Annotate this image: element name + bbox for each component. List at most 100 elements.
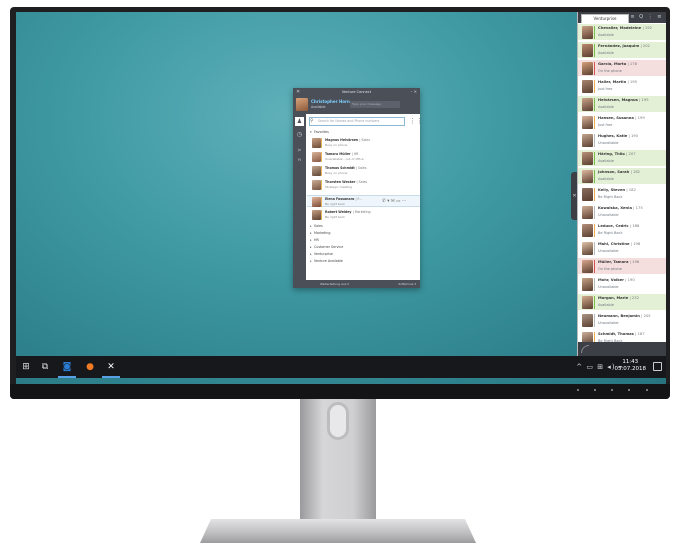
avatar xyxy=(582,44,593,57)
presence-list-item[interactable]: Mohr, Volker | 190 Unavailable xyxy=(578,276,666,293)
avatar xyxy=(582,26,593,39)
avatar xyxy=(312,166,321,176)
venture-client-window: Venture Connect ✕ – ✕ Christopher Horn A… xyxy=(293,88,423,288)
group-available[interactable]: ▸ Venture Available xyxy=(310,259,343,263)
group-favorites[interactable]: ▾ Favorites xyxy=(310,130,329,134)
contact-name: Kelly, Steven | 182 xyxy=(598,188,636,192)
list-item[interactable]: Tamara Müller | HR Unavailable - out of … xyxy=(307,151,420,163)
clock[interactable]: 11:43 05.07.2018 xyxy=(615,359,647,373)
group-hr[interactable]: ▸ HR xyxy=(310,238,319,242)
presence-list-item[interactable]: García, Marta | 178 On the phone xyxy=(578,60,666,77)
contact-status: Unavailable xyxy=(598,213,619,217)
avatar xyxy=(582,314,593,327)
avatar xyxy=(582,260,593,273)
contact-status: On the phone xyxy=(598,267,622,271)
history-icon[interactable]: ◷ xyxy=(295,130,304,139)
list-item-selected[interactable]: Elena Fossanaro | F... Be right back ✆ ▾… xyxy=(307,195,420,207)
group-customer-service[interactable]: ▸ Customer Service xyxy=(310,245,343,249)
presence-list-item[interactable]: Müller, Tamara | 196 On the phone xyxy=(578,258,666,275)
group-venturprise[interactable]: ▸ Venturprise xyxy=(310,252,333,256)
window-controls[interactable]: – ✕ xyxy=(410,88,417,96)
user-header: Christopher Horn Available Type your mes… xyxy=(293,96,420,114)
contact-name: Mohr, Volker | 190 xyxy=(598,278,635,282)
outlook-icon[interactable]: ◙ xyxy=(60,360,74,374)
presence-bar xyxy=(594,170,595,183)
dialpad-icon[interactable]: ⋮⋮ xyxy=(409,117,423,126)
venture-app-icon[interactable]: ✕ xyxy=(104,360,118,374)
contact-name: Morgan, Marie | 232 xyxy=(598,296,639,300)
list-item[interactable]: Thorsten Wecker | Sales Strategic meetin… xyxy=(307,179,420,191)
sidebar-label-ft[interactable]: Ft xyxy=(295,158,304,162)
presence-bar xyxy=(321,197,322,207)
presence-list-item[interactable]: Kelly, Steven | 182 Be Right Back xyxy=(578,186,666,203)
resize-icon[interactable] xyxy=(581,345,589,353)
notification-icon[interactable] xyxy=(653,362,662,371)
avatar xyxy=(582,188,593,201)
taskbar: ⊞ ⧉ ◙ ● ✕ ^ ▭ ⊞ ◂) ⌁ 11:43 05.07.2018 xyxy=(16,356,666,378)
avatar xyxy=(582,296,593,309)
presence-bar xyxy=(594,26,595,39)
presence-list-item[interactable]: Hughes, Katie | 190 Unavailable xyxy=(578,132,666,149)
softphone-dropdown[interactable]: Softphone ▾ xyxy=(398,280,416,288)
monitor-button xyxy=(577,389,579,391)
presence-list-item[interactable]: Chevalier, Madeleine | 192 Available xyxy=(578,24,666,41)
firefox-icon[interactable]: ● xyxy=(83,360,97,374)
presence-list-item[interactable]: Leduce, Cedric | 188 Be Right Back xyxy=(578,222,666,239)
group-marketing[interactable]: ▸ Marketing xyxy=(310,231,330,235)
presence-bar xyxy=(321,138,322,148)
start-button[interactable]: ⊞ xyxy=(19,360,33,374)
presence-list-item[interactable]: Kowalska, Xenia | 175 Unavailable xyxy=(578,204,666,221)
tab-venturprise[interactable]: Venturprise xyxy=(581,14,629,23)
presence-list-item[interactable]: Johnson, Sarah | 182 Available xyxy=(578,168,666,185)
presence-list-item[interactable]: Fernández, Joaquim | 202 Available xyxy=(578,42,666,59)
contact-name: Neumann, Benjamin | 205 xyxy=(598,314,651,318)
user-status[interactable]: Available xyxy=(311,105,325,109)
task-view-icon[interactable]: ⧉ xyxy=(38,360,52,374)
presence-list-item[interactable]: Neumann, Benjamin | 205 Unavailable xyxy=(578,312,666,329)
presence-bar xyxy=(594,44,595,57)
contact-status: Busy on phone xyxy=(325,143,348,147)
panel-toolbar-icons[interactable]: ≡ Q ⋮ ≡ xyxy=(630,13,663,22)
list-item[interactable]: Robert Weidey | Marketing Be right back xyxy=(307,209,420,221)
contact-name: Hansen, Susanna | 199 xyxy=(598,116,645,120)
avatar xyxy=(582,224,593,237)
search-input[interactable]: Search for Names and Phone numbers xyxy=(309,117,405,126)
presence-list-item[interactable]: Häring, Thilo | 207 Available xyxy=(578,150,666,167)
presence-list-item[interactable]: Haller, Martin | 195 Just free xyxy=(578,78,666,95)
popup-footer: Weiterleitung aus ▾ Softphone ▾ xyxy=(306,280,420,288)
contact-status: Available xyxy=(598,303,614,307)
list-item[interactable]: Magnus Helvärsen | Sales Busy on phone xyxy=(307,137,420,149)
presence-list-item[interactable]: Morgan, Marie | 232 Available xyxy=(578,294,666,311)
presence-list-item[interactable]: Helvärsen, Magnus | 195 Available xyxy=(578,96,666,113)
list-item[interactable]: Thomas Schmidt | Sales Busy on phone xyxy=(307,165,420,177)
presence-bar xyxy=(321,210,322,220)
forwarding-dropdown[interactable]: Weiterleitung aus ▾ xyxy=(320,280,349,288)
monitor-base xyxy=(200,519,476,543)
contact-actions[interactable]: ✆ ▾ ✉ ▭ ⋯ xyxy=(382,199,406,204)
contact-status: Be right back xyxy=(325,215,345,219)
contact-status: Be Right Back xyxy=(598,231,623,235)
contact-status: Be right back xyxy=(325,202,345,206)
contact-name: Müller, Tamara | 196 xyxy=(598,260,640,264)
avatar xyxy=(582,242,593,255)
presence-list-item[interactable]: Hansen, Susanna | 199 Just free xyxy=(578,114,666,131)
contact-name: Leduce, Cedric | 188 xyxy=(598,224,640,228)
group-sales[interactable]: ▸ Sales xyxy=(310,224,323,228)
avatar xyxy=(312,152,321,162)
status-message-input[interactable]: Type your message xyxy=(350,101,400,108)
presence-bar xyxy=(594,224,595,237)
sidebar-label-jn[interactable]: Jn xyxy=(295,148,304,152)
monitor-button xyxy=(611,389,613,391)
monitor-bezel xyxy=(10,384,670,399)
panel-header: Venturprise ≡ Q ⋮ ≡ xyxy=(578,12,666,23)
presence-bar xyxy=(594,206,595,219)
contact-name: Schmidt, Thomas | 187 xyxy=(598,332,645,336)
contact-list: ▾ Favorites Magnus Helvärsen | Sales Busy… xyxy=(307,128,420,280)
contact-status: Unavailable xyxy=(598,321,619,325)
avatar xyxy=(582,152,593,165)
presence-list-item[interactable]: Mahl, Christine | 198 Unavailable xyxy=(578,240,666,257)
contact-name: Mahl, Christine | 198 xyxy=(598,242,641,246)
avatar xyxy=(582,278,593,291)
contacts-icon[interactable]: ♟ xyxy=(295,117,304,126)
contact-status: Strategic meeting xyxy=(325,185,352,189)
